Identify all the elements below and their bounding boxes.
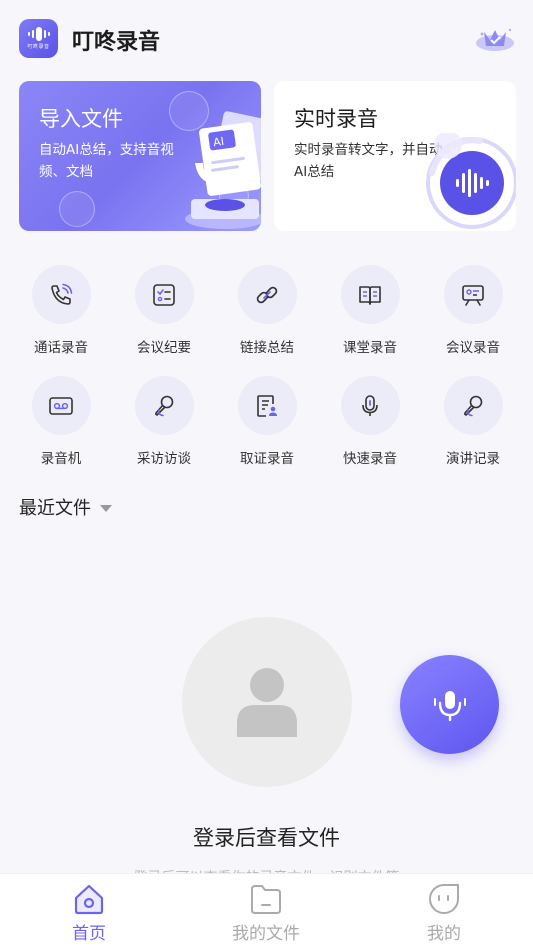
empty-avatar xyxy=(182,617,352,787)
grid-icon-bg xyxy=(134,265,194,324)
presentation-icon xyxy=(462,284,484,306)
grid-icon-bg xyxy=(340,376,400,435)
tab-label: 我的文件 xyxy=(232,924,300,944)
grid-item-class-recording[interactable]: 课堂录音 xyxy=(330,265,410,356)
checklist-icon xyxy=(153,283,175,306)
import-card-title: 导入文件 xyxy=(39,107,123,131)
user-silhouette-icon xyxy=(237,668,297,737)
record-mic-button[interactable] xyxy=(400,655,499,754)
grid-item-meeting-recording[interactable]: 会议录音 xyxy=(433,265,513,356)
app-title: 叮咚录音 xyxy=(72,30,161,55)
recent-files-label: 最近文件 xyxy=(19,498,91,519)
waveform-icon xyxy=(27,27,50,41)
phone-call-icon xyxy=(51,283,73,305)
grid-label: 演讲记录 xyxy=(446,451,500,467)
recent-files-dropdown[interactable]: 最近文件 xyxy=(19,494,112,520)
app-logo: 叮咚录音 xyxy=(19,19,58,58)
home-icon xyxy=(74,884,104,915)
grid-icon-bg xyxy=(237,265,297,324)
header: 叮咚录音 叮咚录音 xyxy=(0,0,533,78)
tab-home[interactable]: 首页 xyxy=(29,882,149,944)
grid-label: 取证录音 xyxy=(240,451,294,467)
grid-icon-bg xyxy=(340,265,400,324)
handheld-mic-icon xyxy=(155,395,174,416)
mic-icon xyxy=(433,690,466,721)
cassette-icon xyxy=(49,396,73,415)
ai-illus-text: AI xyxy=(212,135,224,149)
grid-label: 通话录音 xyxy=(34,340,88,356)
grid-item-evidence-recording[interactable]: 取证录音 xyxy=(227,376,307,467)
grid-item-meeting-minutes[interactable]: 会议纪要 xyxy=(124,265,204,356)
grid-icon-bg xyxy=(443,376,503,435)
grid-icon-bg xyxy=(134,376,194,435)
mic-icon xyxy=(362,394,378,416)
grid-label: 采访访谈 xyxy=(137,451,191,467)
bottom-tab-bar: 首页 我的文件 我的 xyxy=(0,873,533,948)
login-to-view-title[interactable]: 登录后查看文件 xyxy=(0,822,533,852)
grid-item-speech-notes[interactable]: 演讲记录 xyxy=(433,376,513,467)
grid-label: 链接总结 xyxy=(240,340,294,356)
tab-label: 首页 xyxy=(72,924,106,944)
tab-mine[interactable]: 我的 xyxy=(384,882,504,944)
grid-item-quick-recording[interactable]: 快速录音 xyxy=(330,376,410,467)
ai-document-illustration-icon: AI xyxy=(185,111,261,229)
folder-icon xyxy=(251,885,281,914)
vip-badge-icon[interactable] xyxy=(474,22,516,56)
sound-wave-circle-icon xyxy=(426,133,516,229)
profile-face-icon xyxy=(429,884,459,914)
book-icon xyxy=(359,285,381,305)
grid-label: 录音机 xyxy=(40,451,82,467)
realtime-record-card[interactable]: 实时录音 实时录音转文字，并自动AI总结 xyxy=(274,81,516,231)
record-card-title: 实时录音 xyxy=(294,107,378,131)
document-user-icon xyxy=(257,394,277,417)
link-icon xyxy=(256,286,278,303)
handheld-mic-icon xyxy=(464,395,483,416)
grid-icon-bg xyxy=(31,376,91,435)
app-logo-text: 叮咚录音 xyxy=(27,44,50,50)
tab-my-files[interactable]: 我的文件 xyxy=(206,882,326,944)
grid-item-interview[interactable]: 采访访谈 xyxy=(124,376,204,467)
grid-label: 快速录音 xyxy=(343,451,397,467)
grid-item-recorder[interactable]: 录音机 xyxy=(21,376,101,467)
caret-down-icon xyxy=(100,504,112,512)
grid-label: 会议录音 xyxy=(446,340,500,356)
grid-label: 会议纪要 xyxy=(137,340,191,356)
grid-item-call-recording[interactable]: 通话录音 xyxy=(21,265,101,356)
import-file-card[interactable]: 导入文件 自动AI总结，支持音视频、文档 AI xyxy=(19,81,261,231)
grid-item-link-summary[interactable]: 链接总结 xyxy=(227,265,307,356)
grid-icon-bg xyxy=(443,265,503,324)
tab-label: 我的 xyxy=(427,924,461,944)
grid-icon-bg xyxy=(237,376,297,435)
grid-icon-bg xyxy=(31,265,91,324)
decor-bubble xyxy=(59,191,95,227)
grid-label: 课堂录音 xyxy=(343,340,397,356)
